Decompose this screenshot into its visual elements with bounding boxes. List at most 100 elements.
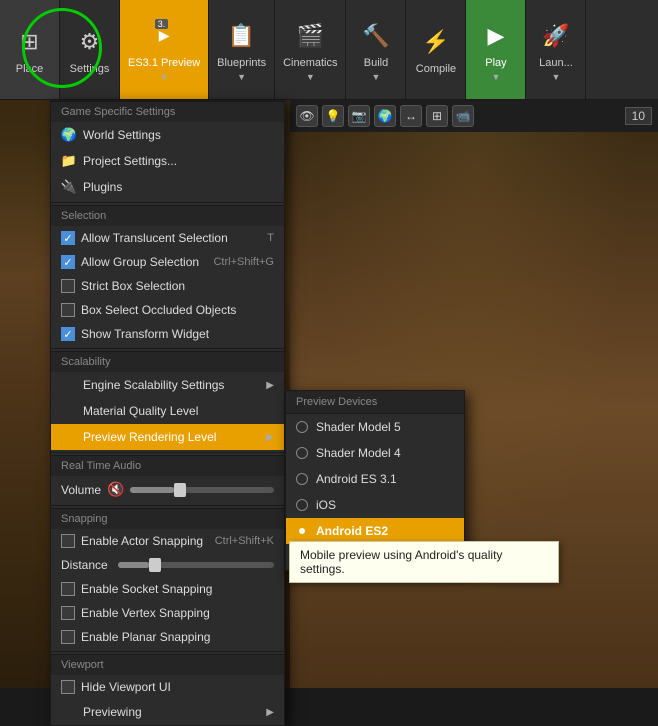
play-icon: ▶ [478,18,514,54]
distance-slider[interactable] [118,562,274,568]
hud-camera[interactable]: 📹 [452,105,474,127]
translucent-shortcut: T [267,232,274,244]
build-arrow: ▼ [372,72,381,82]
hud-number: 10 [625,107,652,125]
strict-checkbox [61,279,75,293]
socket-snap-checkbox [61,582,75,596]
blueprints-label: Blueprints [217,57,266,69]
actor-snap-label: Enable Actor Snapping [81,534,209,548]
menu-item-previewing[interactable]: Previewing ▶ [51,699,284,725]
android-tooltip: Mobile preview using Android's quality s… [289,541,559,583]
menu-item-preview-rendering[interactable]: Preview Rendering Level ▶ [51,424,284,450]
transform-label: Show Transform Widget [81,327,274,341]
cinematics-label: Cinematics [283,57,337,69]
world-settings-icon: 🌍 [61,127,77,143]
section-viewport: Viewport [51,654,284,675]
place-label: Place [16,63,44,75]
ios-radio [296,499,308,511]
toolbar-play[interactable]: ▶ Play ▼ [466,0,526,99]
section-snapping: Snapping [51,508,284,529]
toolbar-place[interactable]: ⊞ Place [0,0,60,99]
menu-item-socket-snapping[interactable]: Enable Socket Snapping [51,577,284,601]
menu-item-project-settings[interactable]: 📁 Project Settings... [51,148,284,174]
cinematics-icon: 🎬 [292,18,328,54]
distance-fill [118,562,149,568]
menu-item-hide-viewport[interactable]: Hide Viewport UI [51,675,284,699]
material-quality-label: Material Quality Level [83,404,274,418]
planar-snap-checkbox [61,630,75,644]
distance-label: Distance [61,558,108,572]
shader4-label: Shader Model 4 [316,446,401,460]
submenu-android-es31[interactable]: Android ES 3.1 [286,466,464,492]
toolbar-blueprints[interactable]: 📋 Blueprints ▼ [209,0,275,99]
volume-slider[interactable] [130,487,274,493]
section-realtime-audio: Real Time Audio [51,455,284,476]
engine-scalability-arrow: ▶ [266,380,274,391]
tooltip-text: Mobile preview using Android's quality s… [300,548,502,576]
menu-item-allow-translucent[interactable]: ✓ Allow Translucent Selection T [51,226,284,250]
ios-label: iOS [316,498,336,512]
settings-label: Settings [70,63,110,75]
divider-4 [51,505,284,506]
toolbar-settings[interactable]: ⚙ Settings [60,0,120,99]
hud-lit[interactable]: 💡 [322,105,344,127]
preview-rendering-icon [61,429,77,445]
volume-label: Volume [61,483,101,497]
menu-item-engine-scalability[interactable]: Engine Scalability Settings ▶ [51,372,284,398]
toolbar-build[interactable]: 🔨 Build ▼ [346,0,406,99]
toolbar-launch[interactable]: 🚀 Laun... ▼ [526,0,586,99]
section-scalability: Scalability [51,351,284,372]
previewing-arrow: ▶ [266,707,274,718]
preview-rendering-arrow: ▶ [266,432,274,443]
menu-item-planar-snapping[interactable]: Enable Planar Snapping [51,625,284,649]
build-label: Build [364,57,388,69]
world-settings-label: World Settings [83,128,274,142]
menu-item-strict-box[interactable]: Strict Box Selection [51,274,284,298]
hud-show[interactable]: 📷 [348,105,370,127]
hud-world[interactable]: 🌍 [374,105,396,127]
hud-snap[interactable]: ↔ [400,105,422,127]
compile-label: Compile [416,63,456,75]
hud-perspective[interactable]: 👁 [296,105,318,127]
build-icon: 🔨 [358,18,394,54]
material-quality-icon [61,403,77,419]
section-selection: Selection [51,205,284,226]
es31-label: ES3.1 Preview [128,57,200,69]
actor-snap-checkbox [61,534,75,548]
hud-grid[interactable]: ⊞ [426,105,448,127]
menu-item-box-select[interactable]: Box Select Occluded Objects [51,298,284,322]
translucent-label: Allow Translucent Selection [81,231,261,245]
submenu-shader-model-5[interactable]: Shader Model 5 [286,414,464,440]
submenu-ios[interactable]: iOS [286,492,464,518]
plugins-icon: 🔌 [61,179,77,195]
distance-thumb[interactable] [149,558,161,572]
menu-item-material-quality[interactable]: Material Quality Level [51,398,284,424]
vertex-snap-label: Enable Vertex Snapping [81,606,274,620]
group-checkbox: ✓ [61,255,75,269]
transform-checkbox: ✓ [61,327,75,341]
menu-item-actor-snapping[interactable]: Enable Actor Snapping Ctrl+Shift+K [51,529,284,553]
play-label: Play [485,57,506,69]
divider-5 [51,651,284,652]
distance-row: Distance [51,553,284,577]
submenu-shader-model-4[interactable]: Shader Model 4 [286,440,464,466]
engine-scalability-label: Engine Scalability Settings [83,378,260,392]
menu-item-show-transform[interactable]: ✓ Show Transform Widget [51,322,284,346]
menu-item-vertex-snapping[interactable]: Enable Vertex Snapping [51,601,284,625]
settings-dropdown: Game Specific Settings 🌍 World Settings … [50,100,285,726]
menu-item-plugins[interactable]: 🔌 Plugins [51,174,284,200]
toolbar-cinematics[interactable]: 🎬 Cinematics ▼ [275,0,346,99]
divider-3 [51,452,284,453]
menu-item-allow-group[interactable]: ✓ Allow Group Selection Ctrl+Shift+G [51,250,284,274]
toolbar-compile[interactable]: ⚡ Compile [406,0,466,99]
submenu-title: Preview Devices [286,391,464,414]
volume-thumb[interactable] [174,483,186,497]
hud-bar: 👁 💡 📷 🌍 ↔ ⊞ 📹 10 [290,100,658,132]
menu-item-world-settings[interactable]: 🌍 World Settings [51,122,284,148]
section-game-specific: Game Specific Settings [51,101,284,122]
launch-icon: 🚀 [538,18,574,54]
play-arrow: ▼ [492,72,501,82]
es31-arrow: ▼ [160,72,169,82]
toolbar-es31preview[interactable]: 3. ▶ ES3.1 Preview ▼ [120,0,209,99]
group-label: Allow Group Selection [81,255,207,269]
